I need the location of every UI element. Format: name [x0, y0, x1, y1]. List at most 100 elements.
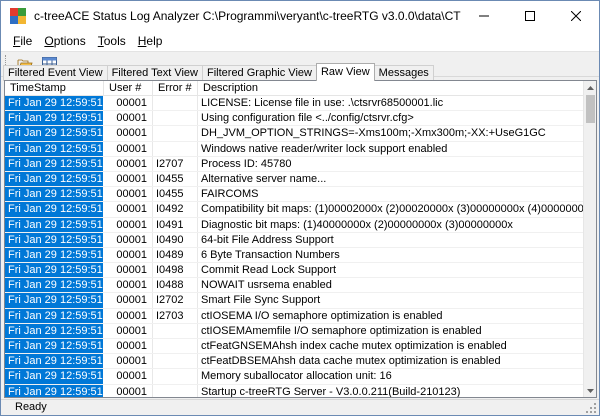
cell-user: 00001 [104, 171, 153, 187]
cell-error: I2702 [153, 293, 198, 308]
cell-description: Compatibility bit maps: (1)00002000x (2)… [198, 202, 584, 217]
menu-accelerator: O [44, 34, 54, 48]
cell-description: ctFeatDBSEMAhsh data cache mutex optimiz… [198, 354, 584, 369]
minimize-button[interactable] [461, 1, 507, 31]
menu-tools[interactable]: Tools [92, 31, 132, 51]
cell-user: 00001 [104, 293, 153, 308]
table-row[interactable]: Fri Jan 29 12:59:51 202100001I049064-bit… [5, 232, 584, 248]
table-row[interactable]: Fri Jan 29 12:59:51 202100001 Windows nat… [5, 141, 584, 157]
scrollbar-thumb[interactable] [586, 95, 595, 123]
cell-user: 00001 [104, 263, 153, 278]
table-row[interactable]: Fri Jan 29 12:59:51 202100001 Using confi… [5, 111, 584, 127]
tab-raw-view[interactable]: Raw View [315, 63, 375, 81]
cell-user: 00001 [104, 369, 153, 384]
table-row[interactable]: Fri Jan 29 12:59:51 202100001I0498Commit… [5, 263, 584, 279]
minimize-icon [479, 15, 489, 17]
table-row[interactable]: Fri Jan 29 12:59:51 202100001 DH_JVM_OPTI… [5, 126, 584, 142]
table-row[interactable]: Fri Jan 29 12:59:51 202100001 LICENSE: Li… [5, 96, 584, 112]
column-header-description[interactable]: Description [198, 81, 584, 96]
menu-options[interactable]: Options [38, 31, 91, 51]
cell-description: Alternative server name... [198, 171, 584, 187]
cell-timestamp: Fri Jan 29 12:59:51 2021 [5, 323, 104, 338]
cell-user: 00001 [104, 111, 153, 126]
cell-user: 00001 [104, 339, 153, 354]
log-grid[interactable]: TimeStamp User # Error # Description Fri… [4, 80, 597, 398]
table-row[interactable]: Fri Jan 29 12:59:51 202100001 ctFeatGNSEM… [5, 339, 584, 355]
cell-description: Memory suballocator allocation unit: 16 [198, 369, 584, 384]
menu-file[interactable]: File [7, 31, 38, 51]
grid-header: TimeStamp User # Error # Description [5, 81, 584, 96]
table-row[interactable]: Fri Jan 29 12:59:51 202100001I04896 Byte… [5, 247, 584, 264]
cell-description: Using configuration file <../config/ctsr… [198, 111, 584, 126]
menu-label-rest: elp [146, 34, 163, 48]
cell-user: 00001 [104, 187, 153, 202]
cell-user: 00001 [104, 217, 153, 232]
close-icon [571, 11, 581, 21]
vertical-scrollbar[interactable] [583, 81, 596, 397]
table-row[interactable]: Fri Jan 29 12:59:51 202100001 Startup c-t… [5, 384, 584, 397]
menu-label-rest: ile [20, 34, 33, 48]
cell-error: I0455 [153, 171, 198, 187]
table-row[interactable]: Fri Jan 29 12:59:51 202100001 ctIOSEMAmem… [5, 323, 584, 339]
table-row[interactable]: Fri Jan 29 12:59:51 202100001I0492Compat… [5, 202, 584, 218]
cell-timestamp: Fri Jan 29 12:59:51 2021 [5, 187, 104, 202]
table-row[interactable]: Fri Jan 29 12:59:51 202100001I2702Smart … [5, 293, 584, 309]
tab-filtered-text-view[interactable]: Filtered Text View [106, 65, 203, 81]
cell-description: Diagnostic bit maps: (1)40000000x (2)000… [198, 217, 584, 232]
maximize-button[interactable] [507, 1, 553, 31]
cell-timestamp: Fri Jan 29 12:59:51 2021 [5, 384, 104, 397]
column-header-error[interactable]: Error # [153, 81, 198, 96]
window-title: c-treeACE Status Log Analyzer C:\Program… [34, 9, 461, 23]
tab-filtered-graphic-view[interactable]: Filtered Graphic View [202, 65, 317, 81]
column-header-user[interactable]: User # [104, 81, 153, 96]
table-row[interactable]: Fri Jan 29 12:59:51 202100001I0455FAIRCO… [5, 187, 584, 203]
table-row[interactable]: Fri Jan 29 12:59:51 202100001I0491Diagno… [5, 217, 584, 233]
column-header-timestamp[interactable]: TimeStamp [5, 81, 104, 96]
cell-timestamp: Fri Jan 29 12:59:51 2021 [5, 141, 104, 156]
status-bar: Ready [1, 399, 599, 415]
table-row[interactable]: Fri Jan 29 12:59:51 202100001 Memory suba… [5, 369, 584, 385]
resize-grip-icon[interactable] [585, 402, 597, 414]
grid-rows: Fri Jan 29 12:59:51 202100001LICENSE: Li… [5, 96, 584, 397]
view-tabs: Filtered Event View Filtered Text View Fil… [3, 63, 434, 81]
menu-help[interactable]: Help [132, 31, 169, 51]
cell-error: I0491 [153, 217, 198, 232]
cell-timestamp: Fri Jan 29 12:59:51 2021 [5, 111, 104, 126]
tab-filtered-event-view[interactable]: Filtered Event View [3, 65, 108, 81]
cell-timestamp: Fri Jan 29 12:59:51 2021 [5, 171, 104, 187]
table-row[interactable]: Fri Jan 29 12:59:51 202100001 ctFeatDBSEM… [5, 354, 584, 370]
cell-error: I0490 [153, 232, 198, 247]
app-icon [10, 8, 26, 24]
cell-timestamp: Fri Jan 29 12:59:51 2021 [5, 263, 104, 278]
scroll-up-button[interactable] [584, 81, 596, 94]
cell-timestamp: Fri Jan 29 12:59:51 2021 [5, 247, 104, 263]
table-row[interactable]: Fri Jan 29 12:59:51 202100001I2707Proces… [5, 156, 584, 172]
cell-error [153, 111, 198, 126]
cell-timestamp: Fri Jan 29 12:59:51 2021 [5, 369, 104, 384]
menu-label-rest: ools [103, 34, 126, 48]
table-row[interactable]: Fri Jan 29 12:59:51 202100001I2703ctIOSE… [5, 308, 584, 324]
cell-user: 00001 [104, 384, 153, 397]
menu-bar: File Options Tools Help [1, 31, 599, 51]
table-row[interactable]: Fri Jan 29 12:59:51 202100001I0455Altern… [5, 171, 584, 188]
scroll-down-button[interactable] [584, 384, 596, 397]
menu-label-rest: ptions [53, 34, 86, 48]
chevron-up-icon [587, 85, 594, 90]
title-bar[interactable]: c-treeACE Status Log Analyzer C:\Program… [1, 1, 599, 31]
app-window: c-treeACE Status Log Analyzer C:\Program… [0, 0, 600, 416]
tab-messages[interactable]: Messages [373, 65, 434, 81]
cell-error [153, 323, 198, 338]
cell-user: 00001 [104, 232, 153, 247]
cell-description: NOWAIT usrsema enabled [198, 278, 584, 293]
table-row[interactable]: Fri Jan 29 12:59:51 202100001I0488NOWAIT… [5, 278, 584, 294]
close-button[interactable] [553, 1, 599, 31]
cell-description: LICENSE: License file in use: .\ctsrvr68… [198, 96, 584, 111]
cell-error [153, 369, 198, 384]
cell-error [153, 126, 198, 141]
cell-description: Windows native reader/writer lock suppor… [198, 141, 584, 156]
cell-timestamp: Fri Jan 29 12:59:51 2021 [5, 96, 104, 111]
cell-user: 00001 [104, 323, 153, 338]
cell-timestamp: Fri Jan 29 12:59:51 2021 [5, 202, 104, 217]
cell-description: Startup c-treeRTG Server - V3.0.0.211(Bu… [198, 384, 584, 397]
cell-error [153, 339, 198, 354]
